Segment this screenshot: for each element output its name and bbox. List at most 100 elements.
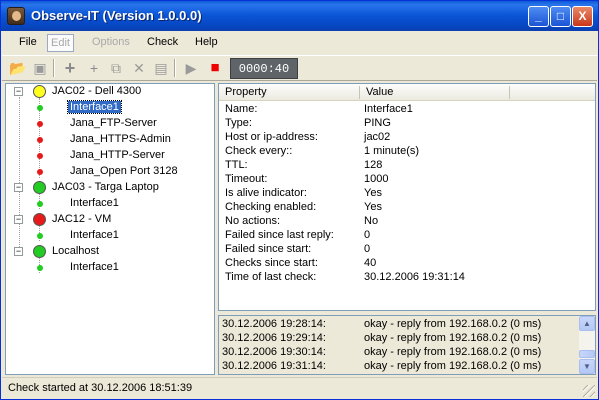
- property-row[interactable]: Is alive indicator: Yes: [219, 187, 595, 201]
- property-row[interactable]: Host or ip-address: jac02: [219, 131, 595, 145]
- log-message: okay - reply from 192.168.0.2 (0 ms): [364, 332, 542, 344]
- minimize-button[interactable]: _: [528, 6, 549, 27]
- property-row[interactable]: Type: PING: [219, 117, 595, 131]
- host-label: Localhost: [52, 245, 100, 257]
- menu-edit[interactable]: Edit: [47, 34, 74, 52]
- status-yellow-icon: [33, 85, 46, 98]
- tree-host-jac12[interactable]: − JAC12 - VM: [14, 212, 214, 228]
- property-value: 40: [364, 257, 377, 269]
- status-green-icon: [33, 245, 46, 258]
- host-tree[interactable]: − JAC02 - Dell 4300 Interface1 Jana_FTP-…: [5, 83, 215, 375]
- property-row[interactable]: Failed since last reply: 0: [219, 229, 595, 243]
- interface-label: Interface1: [70, 229, 119, 241]
- log-time: 30.12.2006 19:28:14:: [222, 318, 326, 330]
- interface-label: Jana_FTP-Server: [70, 117, 157, 129]
- app-icon[interactable]: [7, 7, 25, 25]
- collapse-toggle[interactable]: −: [14, 183, 23, 192]
- tree-interface[interactable]: Jana_FTP-Server: [36, 116, 206, 132]
- property-row[interactable]: Checks since start: 40: [219, 257, 595, 271]
- interface-label-selected: Interface1: [67, 100, 122, 114]
- property-row[interactable]: Timeout: 1000: [219, 173, 595, 187]
- property-row[interactable]: Failed since start: 0: [219, 243, 595, 257]
- property-row[interactable]: No actions: No: [219, 215, 595, 229]
- toolbar-separator: [53, 59, 55, 77]
- title-bar[interactable]: Observe-IT (Version 1.0.0.0) _ □ X: [1, 1, 598, 31]
- tree-interface[interactable]: Interface1: [36, 196, 206, 212]
- log-message: okay - reply from 192.168.0.2 (0 ms): [364, 360, 542, 372]
- tree-interface[interactable]: Jana_Open Port 3128: [36, 164, 206, 180]
- status-green-icon: [37, 201, 43, 207]
- log-message: okay - reply from 192.168.0.2 (0 ms): [364, 346, 542, 358]
- check-log[interactable]: 30.12.2006 19:28:14: okay - reply from 19…: [218, 315, 596, 375]
- log-message: okay - reply from 192.168.0.2 (0 ms): [364, 318, 542, 330]
- property-key: Checking enabled:: [225, 201, 317, 213]
- tree-interface[interactable]: Jana_HTTPS-Admin: [36, 132, 206, 148]
- tree-interface[interactable]: Interface1: [36, 260, 206, 276]
- window-title: Observe-IT (Version 1.0.0.0): [31, 8, 202, 23]
- resize-grip-icon[interactable]: [583, 385, 595, 397]
- host-label: JAC03 - Targa Laptop: [52, 181, 159, 193]
- property-row[interactable]: Check every:: 1 minute(s): [219, 145, 595, 159]
- stop-icon[interactable]: ■: [205, 59, 225, 77]
- tree-host-localhost[interactable]: − Localhost: [14, 244, 214, 260]
- property-value: PING: [364, 117, 391, 129]
- elapsed-timer: 0000:40: [230, 58, 298, 79]
- copy-icon[interactable]: ⧉: [106, 59, 126, 77]
- status-red-icon: [33, 213, 46, 226]
- menu-bar: File Edit Options Check Help: [2, 32, 597, 54]
- property-row[interactable]: Checking enabled: Yes: [219, 201, 595, 215]
- tree-host-jac02[interactable]: − JAC02 - Dell 4300: [14, 84, 214, 100]
- scroll-thumb[interactable]: [579, 350, 595, 358]
- tree-interface[interactable]: Interface1: [36, 228, 206, 244]
- toolbar: 📂 ▣ + + ⧉ ✕ ▤ ▶ ■ 0000:40: [2, 55, 597, 81]
- save-icon[interactable]: ▣: [30, 59, 50, 77]
- property-value: No: [364, 215, 379, 227]
- tree-interface[interactable]: Interface1: [36, 100, 206, 116]
- tree-interface[interactable]: Jana_HTTP-Server: [36, 148, 206, 164]
- property-key: TTL:: [225, 159, 248, 171]
- collapse-toggle[interactable]: −: [14, 87, 23, 96]
- status-red-icon: [37, 153, 43, 159]
- host-label: JAC12 - VM: [52, 213, 112, 225]
- window-icon[interactable]: ▤: [151, 59, 171, 77]
- properties-list[interactable]: Property Value Name: Interface1 Type: PING…: [218, 83, 596, 311]
- menu-options[interactable]: Options: [92, 36, 130, 48]
- property-key: Is alive indicator:: [225, 187, 307, 199]
- property-key: Checks since start:: [225, 257, 318, 269]
- open-folder-icon[interactable]: 📂: [8, 59, 28, 77]
- delete-icon[interactable]: ✕: [129, 59, 149, 77]
- collapse-toggle[interactable]: −: [14, 247, 23, 256]
- property-key: Host or ip-address:: [225, 131, 318, 143]
- log-time: 30.12.2006 19:30:14:: [222, 346, 326, 358]
- column-divider[interactable]: [509, 86, 510, 99]
- column-divider[interactable]: [359, 86, 360, 99]
- log-row: 30.12.2006 19:29:14: okay - reply from 19…: [219, 332, 579, 344]
- tree-host-jac03[interactable]: − JAC03 - Targa Laptop: [14, 180, 214, 196]
- add-host-icon[interactable]: +: [60, 59, 80, 77]
- property-value: jac02: [364, 131, 391, 143]
- host-label: JAC02 - Dell 4300: [52, 85, 142, 97]
- property-key: Time of last check:: [225, 271, 317, 283]
- interface-label: Jana_Open Port 3128: [70, 165, 178, 177]
- property-key: Timeout:: [225, 173, 268, 185]
- add-interface-icon[interactable]: +: [84, 59, 104, 77]
- play-icon[interactable]: ▶: [181, 59, 201, 77]
- property-row[interactable]: TTL: 128: [219, 159, 595, 173]
- scroll-down-icon[interactable]: ▼: [579, 359, 595, 374]
- maximize-button[interactable]: □: [550, 6, 571, 27]
- status-red-icon: [37, 169, 43, 175]
- log-scrollbar[interactable]: ▲ ▼: [579, 316, 595, 374]
- menu-help[interactable]: Help: [195, 36, 218, 48]
- toolbar-separator: [174, 59, 176, 77]
- column-header-value[interactable]: Value: [366, 86, 393, 98]
- property-row[interactable]: Time of last check: 30.12.2006 19:31:14: [219, 271, 595, 285]
- status-green-icon: [37, 265, 43, 271]
- property-row[interactable]: Name: Interface1: [219, 103, 595, 117]
- menu-file[interactable]: File: [19, 36, 37, 48]
- collapse-toggle[interactable]: −: [14, 215, 23, 224]
- scroll-up-icon[interactable]: ▲: [579, 316, 595, 331]
- menu-check[interactable]: Check: [147, 36, 178, 48]
- property-value: 0: [364, 243, 371, 255]
- close-button[interactable]: X: [572, 6, 593, 27]
- column-header-property[interactable]: Property: [225, 86, 267, 98]
